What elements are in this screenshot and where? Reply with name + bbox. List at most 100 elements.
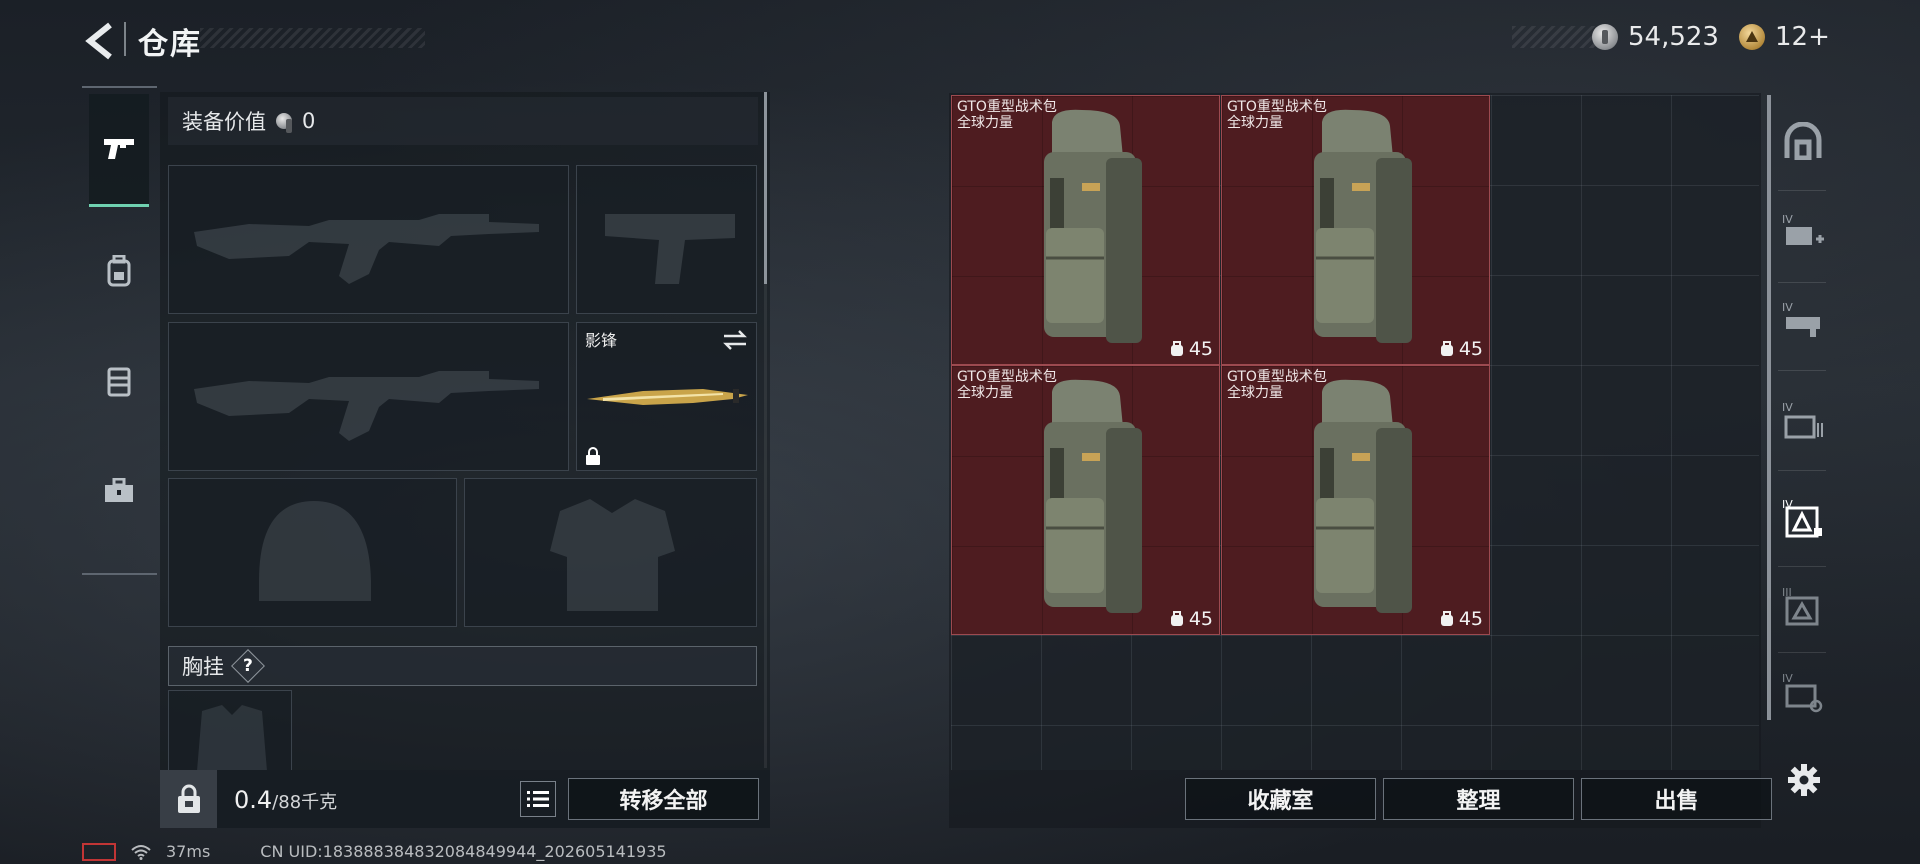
- backpack-capacity-icon: [1440, 341, 1453, 356]
- gold-coin-icon: [1739, 24, 1765, 50]
- toolbox-icon: [105, 478, 133, 502]
- container-filter-4-active[interactable]: IV: [1782, 498, 1824, 540]
- sell-button[interactable]: 出售: [1581, 778, 1772, 820]
- backpack-item-icon: [1314, 379, 1412, 613]
- pistol-silhouette-icon: [605, 214, 735, 284]
- container-filter-2[interactable]: IV: [1782, 300, 1824, 342]
- chest-rig-header[interactable]: 胸挂 ?: [168, 646, 757, 686]
- back-button[interactable]: [80, 20, 122, 62]
- rifle-silhouette-icon: [194, 371, 539, 441]
- title-stripe-decoration: [200, 28, 425, 48]
- container-filter-column: IV IV IV IV III IV: [1770, 100, 1830, 740]
- weight-capacity: /88千克: [272, 792, 338, 813]
- silver-amount: 54,523: [1628, 22, 1719, 52]
- item-capacity: 45: [1458, 608, 1483, 630]
- inventory-item[interactable]: GTO重型战术包 全球力量 45: [951, 365, 1220, 635]
- chest-rig-label: 胸挂: [182, 655, 224, 679]
- item-capacity: 45: [1458, 338, 1483, 360]
- ping-value: 37ms: [166, 842, 211, 861]
- melee-slot[interactable]: 影锋: [576, 322, 757, 471]
- container-filter-3[interactable]: IV: [1782, 400, 1824, 442]
- item-tag: 全球力量: [957, 385, 1013, 401]
- inventory-item[interactable]: GTO重型战术包 全球力量 45: [951, 95, 1220, 365]
- container-filter-5[interactable]: III: [1782, 586, 1824, 628]
- backpack-item-icon: [1314, 109, 1412, 343]
- container-filter-1[interactable]: IV: [1782, 212, 1824, 254]
- weight-lock-button[interactable]: [160, 770, 217, 828]
- weight-current: 0.4: [234, 786, 273, 814]
- inventory-item[interactable]: GTO重型战术包 全球力量 45: [1221, 95, 1490, 365]
- tab-weapons[interactable]: [89, 94, 149, 207]
- container-plus-icon: IV: [1782, 213, 1824, 245]
- safehouse-button[interactable]: [1782, 120, 1824, 162]
- sidearm-slot[interactable]: [576, 165, 757, 314]
- filter-column-scrollbar: [1768, 598, 1771, 718]
- svg-text:IV: IV: [1782, 401, 1793, 414]
- backpack-capacity-icon: [1440, 611, 1453, 626]
- page-title: 仓库: [138, 27, 202, 62]
- silver-coin-icon: [1592, 24, 1618, 50]
- item-tag: 全球力量: [1227, 115, 1283, 131]
- swap-arrows-icon[interactable]: [722, 329, 748, 351]
- tab-chest-rig[interactable]: [89, 326, 149, 436]
- svg-text:IV: IV: [1782, 213, 1793, 226]
- primary-weapon-slot[interactable]: [168, 165, 569, 314]
- collection-room-button[interactable]: 收藏室: [1185, 778, 1376, 820]
- backpack-item-icon: [1044, 379, 1142, 613]
- organize-button[interactable]: 整理: [1383, 778, 1574, 820]
- item-capacity: 45: [1188, 338, 1213, 360]
- tab-backpack[interactable]: [89, 216, 149, 326]
- melee-slot-name: 影锋: [585, 331, 618, 350]
- padlock-icon: [177, 784, 200, 813]
- equipment-value-label: 装备价值: [182, 110, 266, 134]
- value-coin-icon: [276, 113, 292, 133]
- equipment-value-amount: 0: [302, 109, 316, 133]
- item-tag: 全球力量: [957, 115, 1013, 131]
- container-crate-active-icon: IV: [1782, 498, 1822, 538]
- equipment-value-header: 装备价值 0: [168, 97, 758, 145]
- title-divider: [124, 22, 126, 56]
- equipment-scrollbar-thumb[interactable]: [764, 92, 767, 284]
- helmet-slot[interactable]: [168, 478, 457, 627]
- item-capacity: 45: [1188, 608, 1213, 630]
- help-icon[interactable]: ?: [231, 649, 265, 683]
- gold-currency[interactable]: 12+: [1739, 22, 1830, 52]
- secondary-weapon-slot[interactable]: [168, 322, 569, 471]
- silver-currency: 54,523: [1592, 22, 1719, 52]
- uid-text: CN UID:18388838483208484994​4_2026051419…: [260, 842, 667, 861]
- gold-amount: 12+: [1775, 22, 1830, 52]
- transfer-all-button[interactable]: 转移全部: [568, 778, 759, 820]
- backpack-capacity-icon: [1170, 611, 1183, 626]
- backpack-capacity-icon: [1170, 341, 1183, 356]
- chest-rig-slot[interactable]: [168, 690, 292, 770]
- list-view-button[interactable]: [520, 781, 556, 817]
- weight-readout: 0.4/88千克: [234, 786, 337, 814]
- knife-icon: [587, 389, 748, 405]
- svg-text:IV: IV: [1782, 301, 1793, 314]
- helmet-silhouette-icon: [259, 501, 371, 601]
- chest-rig-silhouette-icon: [197, 705, 267, 770]
- wifi-icon: [131, 844, 151, 860]
- settings-button[interactable]: [1786, 762, 1822, 798]
- container-filter-6[interactable]: IV: [1782, 672, 1824, 714]
- armor-slot[interactable]: [464, 478, 757, 627]
- rifle-silhouette-icon: [194, 214, 539, 284]
- container-crate-icon: III: [1782, 586, 1819, 626]
- container-folder-icon: IV: [1782, 401, 1823, 439]
- battery-icon: [82, 842, 116, 861]
- lock-icon: [586, 447, 600, 465]
- safehouse-icon: [1784, 122, 1822, 160]
- armor-vest-silhouette-icon: [550, 499, 675, 611]
- svg-text:IV: IV: [1782, 672, 1793, 685]
- vest-icon: [107, 367, 131, 397]
- item-tag: 全球力量: [1227, 385, 1283, 401]
- back-arrow-icon: [85, 22, 112, 60]
- inventory-item[interactable]: GTO重型战术包 全球力量 45: [1221, 365, 1490, 635]
- container-rifle-icon: IV: [1782, 301, 1820, 337]
- currency-stripe-decoration: [1512, 26, 1604, 48]
- status-bar: 37ms CN UID:18388838483208484994​4_20260…: [82, 842, 667, 861]
- tab-toolbox[interactable]: [89, 436, 149, 546]
- pistol-icon: [104, 139, 134, 159]
- backpack-icon: [107, 255, 131, 287]
- list-icon: [527, 791, 549, 807]
